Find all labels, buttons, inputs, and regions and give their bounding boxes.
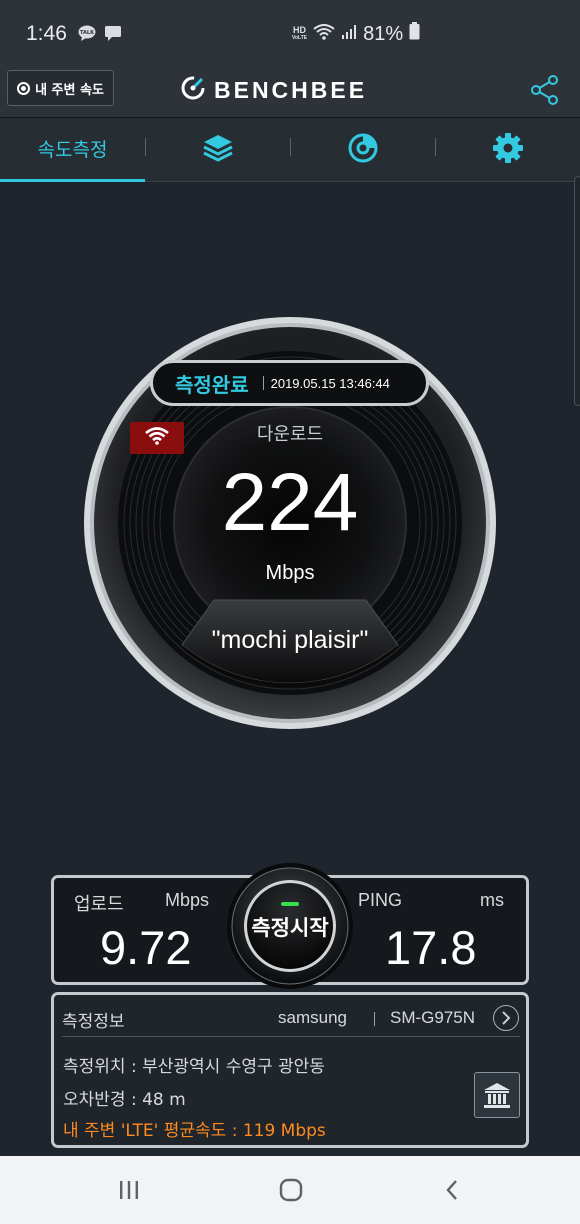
benchbee-logo: BENCHBEE [180, 75, 367, 105]
message-icon [104, 25, 122, 45]
test-status: 측정완료 [175, 372, 249, 397]
nearby-average-speed[interactable]: 내 주변 'LTE' 평균속도 : 119 Mbps [63, 1116, 326, 1141]
ping-label: PING [358, 890, 403, 910]
scroll-edge-handle[interactable] [574, 176, 580, 406]
tab-bar: 속도측정 [0, 118, 580, 182]
device-brand: samsung [278, 1008, 347, 1027]
nearby-speed-label: 내 주변 속도 [35, 82, 104, 98]
start-test-label: 측정시작 [251, 916, 329, 940]
location-dot-icon [17, 81, 31, 95]
info-title: 측정정보 [62, 1012, 125, 1032]
home-icon[interactable] [271, 1174, 311, 1206]
download-value: 224 [221, 457, 359, 548]
info-separator [62, 1036, 520, 1037]
app-header: 내 주변 속도 BENCHBEE [0, 64, 580, 118]
signal-icon [341, 23, 357, 46]
status-bar: 1:46 TALK HD VoLTE 81% [0, 0, 580, 64]
svg-text:TALK: TALK [80, 30, 95, 36]
share-icon[interactable] [529, 74, 561, 110]
download-label: 다운로드 [256, 424, 324, 445]
system-navigation-bar [0, 1156, 580, 1224]
ping-value: 17.8 [385, 921, 477, 974]
talk-icon: TALK [78, 25, 96, 45]
upload-label: 업로드 [74, 894, 124, 914]
layers-icon [202, 133, 234, 167]
network-ssid: "mochi plaisir" [211, 626, 369, 654]
chevron-right-icon[interactable] [493, 1005, 519, 1031]
error-radius: 오차반경 : 48 m [63, 1090, 186, 1110]
pill-divider [262, 376, 264, 390]
measurement-location: 측정위치 : 부산광역시 수영구 광안동 [63, 1057, 325, 1077]
upload-unit: Mbps [165, 890, 210, 910]
measurement-info-panel: 측정정보 samsung SM-G975N 측정위치 : 부산광역시 수영구 광… [51, 992, 529, 1148]
government-building-icon[interactable] [474, 1072, 520, 1118]
speedometer-logo-icon [180, 75, 206, 105]
gear-icon [492, 132, 524, 168]
download-unit: Mbps [265, 562, 315, 584]
status-time: 1:46 [26, 22, 67, 45]
history-chart-icon [347, 132, 379, 168]
tab-settings[interactable] [435, 118, 580, 182]
battery-percent: 81% [363, 22, 404, 45]
wifi-icon [313, 23, 335, 46]
nearby-speed-button[interactable]: 내 주변 속도 [7, 70, 114, 106]
back-icon[interactable] [433, 1174, 473, 1206]
tab-history[interactable] [290, 118, 435, 182]
test-status-pill: 측정완료 2019.05.15 13:46:44 [150, 360, 429, 406]
tab-speed-test-label: 속도측정 [37, 139, 108, 161]
tab-layers[interactable] [145, 118, 290, 182]
ping-unit: ms [480, 890, 504, 910]
info-divider [374, 1012, 375, 1026]
tab-speed-test[interactable]: 속도측정 [0, 118, 145, 182]
test-datetime: 2019.05.15 13:46:44 [270, 375, 390, 391]
volte-indicator: HD VoLTE [292, 25, 308, 42]
wifi-connection-badge [130, 422, 184, 454]
device-model: SM-G975N [390, 1008, 476, 1027]
upload-value: 9.72 [100, 921, 192, 974]
battery-icon [409, 22, 420, 46]
recent-apps-icon[interactable] [109, 1174, 149, 1206]
wifi-icon [145, 427, 169, 449]
logo-text: BENCHBEE [214, 76, 368, 103]
